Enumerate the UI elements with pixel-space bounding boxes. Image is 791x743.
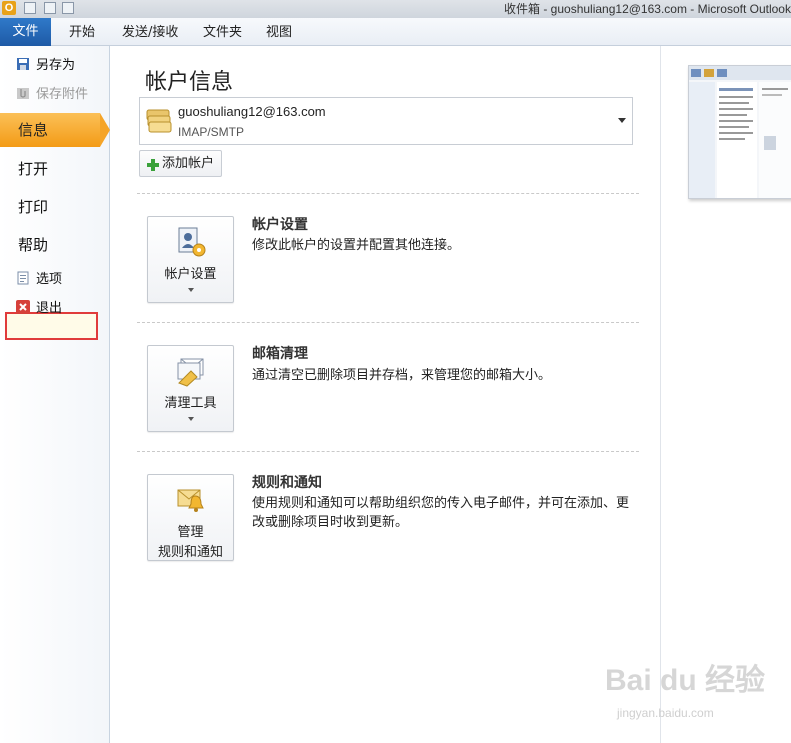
nav-save-as-label: 另存为 — [36, 58, 76, 73]
cleanup-tools-tile-label: 清理工具 — [164, 396, 217, 411]
manage-tile-label: 管理 — [177, 525, 204, 540]
title-bar: O 收件箱 - guoshuliang12@163.com - Microsof… — [0, 0, 791, 18]
nav-save-as[interactable]: 另存为 — [16, 55, 75, 77]
rules-alerts-title: 规则和通知 — [252, 475, 322, 491]
section-divider — [137, 322, 639, 323]
mailbox-cleanup-desc: 通过清空已删除项目并存档，来管理您的邮箱大小。 — [252, 368, 552, 383]
account-settings-desc: 修改此帐户的设置并配置其他连接。 — [252, 238, 461, 253]
account-settings-icon — [175, 226, 207, 258]
chevron-down-icon — [188, 288, 194, 292]
tab-view[interactable]: 视图 — [266, 22, 292, 44]
backstage-nav: 另存为 保存附件 信息 打开 打印 帮助 选项 退出 — [0, 46, 110, 743]
chevron-down-icon — [618, 118, 626, 123]
account-email: guoshuliang12@163.com — [178, 104, 326, 119]
page-title: 帐户信息 — [145, 70, 234, 95]
cleanup-tools-icon — [175, 355, 207, 387]
account-settings-button[interactable]: 帐户设置 — [147, 216, 234, 303]
active-indicator — [100, 113, 110, 147]
nav-save-attachments[interactable]: 保存附件 — [16, 84, 88, 106]
exit-icon — [16, 300, 30, 314]
account-settings-title: 帐户设置 — [252, 217, 308, 233]
tab-home[interactable]: 开始 — [69, 22, 95, 44]
manage-rules-button[interactable]: 管理 规则和通知 — [147, 474, 234, 561]
section-divider — [137, 193, 639, 194]
outlook-app-icon[interactable]: O — [2, 1, 16, 15]
tab-file[interactable]: 文件 — [0, 18, 51, 46]
nav-help[interactable]: 帮助 — [0, 228, 109, 262]
nav-options-label: 选项 — [36, 272, 63, 287]
add-account-button[interactable]: 添加帐户 — [139, 150, 222, 177]
tab-folder[interactable]: 文件夹 — [203, 22, 242, 44]
nav-info-label: 信息 — [18, 121, 49, 139]
undo-icon[interactable] — [62, 2, 74, 14]
save-as-icon — [16, 57, 30, 71]
outlook-preview-thumbnail — [688, 65, 791, 199]
options-icon — [16, 271, 30, 285]
nav-open[interactable]: 打开 — [0, 152, 109, 186]
nav-info[interactable]: 信息 — [0, 113, 110, 147]
plus-icon — [146, 156, 160, 171]
nav-exit-label: 退出 — [36, 301, 63, 316]
nav-help-label: 帮助 — [18, 236, 49, 254]
save-attachments-icon — [16, 86, 30, 100]
nav-open-label: 打开 — [18, 160, 49, 178]
tab-send-receive[interactable]: 发送/接收 — [122, 22, 178, 44]
baidu-watermark-logo: Bai du 经验 — [605, 664, 766, 697]
account-settings-tile-label: 帐户设置 — [164, 267, 217, 282]
nav-exit[interactable]: 退出 — [16, 298, 62, 320]
chevron-down-icon — [188, 417, 194, 421]
nav-print-label: 打印 — [18, 198, 49, 216]
rules-alerts-desc: 使用规则和通知可以帮助组织您的传入电子邮件，并可在添加、更改或删除项目时收到更新… — [252, 496, 630, 530]
rules-tile-label: 规则和通知 — [157, 545, 223, 560]
baidu-watermark-url: jingyan.baidu.com — [617, 706, 714, 720]
account-type: IMAP/SMTP — [178, 125, 245, 139]
section-divider — [137, 451, 639, 452]
folder-stack-icon — [145, 108, 173, 134]
cleanup-tools-button[interactable]: 清理工具 — [147, 345, 234, 432]
nav-options[interactable]: 选项 — [16, 269, 62, 291]
send-receive-icon[interactable] — [44, 2, 56, 14]
window-title: 收件箱 - guoshuliang12@163.com - Microsoft … — [504, 2, 791, 16]
nav-save-attachments-label: 保存附件 — [36, 87, 89, 102]
mailbox-cleanup-title: 邮箱清理 — [252, 346, 308, 362]
ribbon-tab-row: 开始 发送/接收 文件夹 视图 — [0, 18, 791, 46]
rules-alerts-icon — [175, 484, 207, 516]
save-icon[interactable] — [24, 2, 36, 14]
nav-print[interactable]: 打印 — [0, 190, 109, 224]
account-selector[interactable]: guoshuliang12@163.com IMAP/SMTP — [139, 97, 633, 145]
add-account-label: 添加帐户 — [162, 156, 215, 171]
